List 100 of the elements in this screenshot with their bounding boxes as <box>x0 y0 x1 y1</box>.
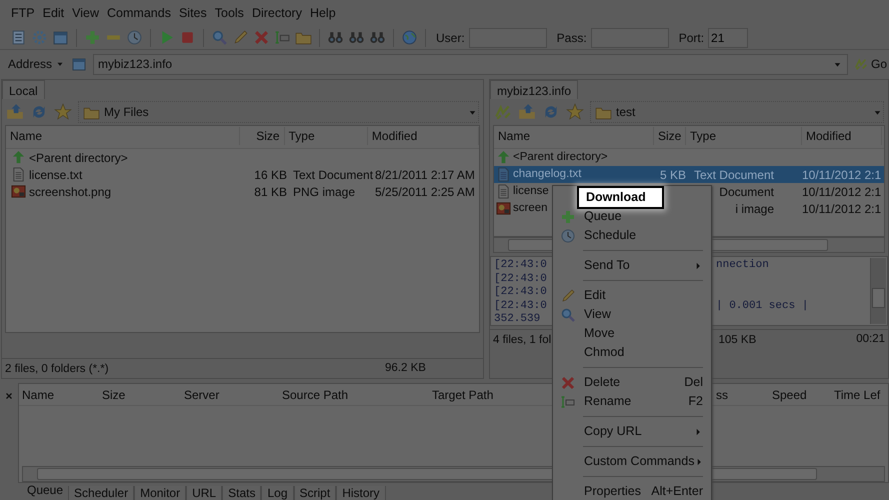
column-header[interactable]: Modified <box>368 127 479 145</box>
column-header[interactable]: Size <box>102 388 126 402</box>
menu-item[interactable]: Rename F2 <box>553 392 711 411</box>
close-icon[interactable] <box>4 390 14 401</box>
menu-item[interactable]: View <box>553 305 711 324</box>
close-icon <box>560 374 576 390</box>
rename-icon[interactable] <box>274 29 291 46</box>
column-header[interactable]: Type <box>284 127 368 145</box>
menu-item[interactable]: View <box>69 4 102 22</box>
menu-item[interactable]: Queue <box>553 207 711 226</box>
menu-item[interactable]: Schedule <box>553 226 711 245</box>
binoculars-icon[interactable] <box>348 29 365 46</box>
port-label: Port: <box>678 30 704 46</box>
status-time: 00:21 <box>855 332 886 347</box>
stop-icon[interactable] <box>179 29 196 46</box>
tab[interactable]: History <box>336 486 386 500</box>
image-file-icon <box>11 184 26 199</box>
menu-item[interactable]: Send To <box>553 256 711 275</box>
file-name[interactable]: license.txt <box>29 166 82 184</box>
up-arrow-icon <box>11 150 26 165</box>
path-field[interactable]: test <box>590 101 884 123</box>
file-size: 81 KB <box>254 184 287 198</box>
search-icon <box>560 306 576 322</box>
column-header[interactable]: Server <box>184 388 220 402</box>
log-line: [22:43:0 <box>494 286 547 298</box>
globe-icon[interactable] <box>401 29 418 46</box>
log-line: [22:43:0 <box>494 300 547 312</box>
menu-item[interactable]: Edit <box>40 4 68 22</box>
menu-item[interactable]: FTP <box>8 4 38 22</box>
search-icon[interactable] <box>211 29 228 46</box>
menu-item[interactable]: Sites <box>176 4 210 22</box>
list-icon[interactable] <box>10 29 27 46</box>
calendar-icon[interactable] <box>52 29 69 46</box>
column-header[interactable]: Name <box>22 388 54 402</box>
column-header[interactable]: Name <box>6 127 240 145</box>
user-label: User: <box>436 30 465 46</box>
file-name[interactable]: license <box>513 182 549 200</box>
menu-item[interactable]: Copy URL <box>553 422 711 441</box>
pencil-icon <box>560 288 576 304</box>
menu-item[interactable]: Edit <box>553 286 711 305</box>
panel-tab[interactable]: Local <box>2 80 45 99</box>
column-header[interactable]: Name <box>494 127 654 145</box>
column-header[interactable]: Time Lef <box>834 388 880 402</box>
go-button[interactable]: Go <box>854 55 888 73</box>
column-header[interactable]: Type <box>686 127 802 145</box>
file-type: PNG image <box>293 184 356 198</box>
menu-item[interactable]: Commands <box>104 4 174 22</box>
folder-up-icon[interactable] <box>518 103 536 121</box>
file-name[interactable]: changelog.txt <box>513 166 582 184</box>
file-name[interactable]: screenshot.png <box>29 182 112 200</box>
menu-item[interactable]: Properties Alt+Enter <box>553 482 711 500</box>
connect-icon[interactable] <box>494 103 512 121</box>
column-header[interactable]: ss <box>716 388 728 402</box>
file-date: 10/11/2012 2:1 <box>802 184 882 198</box>
panel-tab[interactable]: mybiz123.info <box>490 80 578 99</box>
column-header[interactable]: Source Path <box>282 388 348 402</box>
column-header[interactable]: Size <box>654 127 686 145</box>
text-file-icon <box>496 167 511 182</box>
clock-icon[interactable] <box>126 29 143 46</box>
file-name[interactable]: <Parent directory> <box>29 148 128 166</box>
file-date: 5/25/2011 2:25 AM <box>375 184 475 198</box>
star-icon[interactable] <box>566 103 584 121</box>
menu-item[interactable]: Help <box>306 4 339 22</box>
column-header[interactable]: Size <box>240 127 285 145</box>
menu-item[interactable]: Delete Del <box>553 373 711 392</box>
column-header[interactable]: Speed <box>772 388 807 402</box>
column-header[interactable]: Modified <box>802 127 882 145</box>
menu-item[interactable]: Move <box>553 324 711 343</box>
path-field[interactable]: My Files <box>78 101 479 123</box>
menu-item[interactable]: Tools <box>212 4 247 22</box>
close-icon[interactable] <box>253 29 270 46</box>
menu-item[interactable]: Download <box>577 186 664 209</box>
tab[interactable]: Stats <box>222 486 262 500</box>
menu-item[interactable]: Custom Commands <box>553 452 711 471</box>
pencil-icon[interactable] <box>232 29 249 46</box>
star-icon[interactable] <box>54 103 72 121</box>
plus-icon[interactable] <box>84 29 101 46</box>
port-field[interactable]: 21 <box>708 28 748 48</box>
tab[interactable]: Scheduler <box>68 486 134 500</box>
file-name[interactable]: <Parent directory> <box>513 148 608 166</box>
connect-icon <box>854 57 868 71</box>
file-name[interactable]: screen <box>513 200 548 218</box>
text-file-icon <box>496 184 511 199</box>
menu-item[interactable]: Directory <box>248 4 305 22</box>
log-line: [22:43:0 <box>494 259 547 271</box>
address-field[interactable]: mybiz123.info <box>93 54 848 74</box>
address-button[interactable]: Address <box>8 55 66 73</box>
password-label: Pass: <box>556 30 587 46</box>
tab[interactable]: URL <box>186 486 222 500</box>
binoculars-icon[interactable] <box>327 29 344 46</box>
tab[interactable]: Log <box>261 486 294 500</box>
menu-item[interactable]: Chmod <box>553 343 711 362</box>
column-header[interactable]: Target Path <box>432 388 494 402</box>
image-file-icon <box>496 201 511 216</box>
binoculars-icon[interactable] <box>369 29 386 46</box>
tab[interactable]: Script <box>294 486 336 500</box>
folder-up-icon[interactable] <box>6 103 24 121</box>
log-line: | 0.001 secs | <box>716 300 808 313</box>
tab[interactable]: Monitor <box>134 486 186 500</box>
log-line: [22:43:0 <box>494 272 547 284</box>
